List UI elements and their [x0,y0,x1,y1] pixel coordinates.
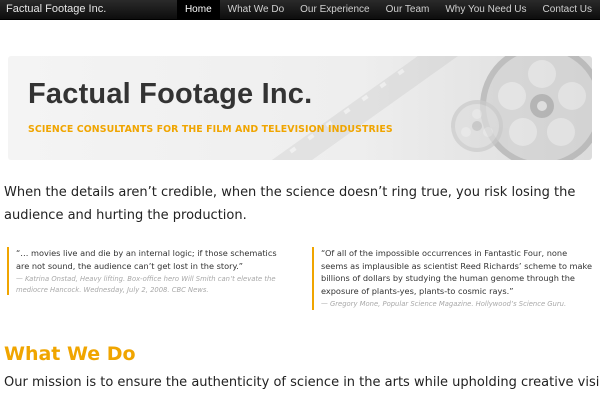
quote-block: “… movies live and die by an internal lo… [7,247,287,295]
main-nav: Home What We Do Our Experience Our Team … [176,0,600,20]
nav-contact-us[interactable]: Contact Us [535,0,600,20]
quote-citation: — Gregory Mone, Popular Science Magazine… [321,300,567,308]
quote-text: “… movies live and die by an internal lo… [16,248,277,271]
mission-statement: Our mission is to ensure the authenticit… [4,375,600,390]
nav-why-you-need-us[interactable]: Why You Need Us [437,0,534,20]
nav-our-team[interactable]: Our Team [378,0,438,20]
what-we-do-heading: What We Do [4,343,136,365]
hero-title: Factual Footage Inc. [28,78,313,110]
quote-text: “Of all of the impossible occurrences in… [321,248,593,296]
nav-what-we-do[interactable]: What We Do [220,0,293,20]
quote-citation: — Katrina Onstad, Heavy lifting. Box-off… [16,275,276,294]
hero-banner: Factual Footage Inc. SCIENCE CONSULTANTS… [8,56,592,160]
top-nav-bar: Factual Footage Inc. Home What We Do Our… [0,0,600,20]
intro-paragraph: When the details aren’t credible, when t… [4,185,576,223]
quote-block: “Of all of the impossible occurrences in… [312,247,596,310]
film-reel-image [272,56,592,160]
brand-link[interactable]: Factual Footage Inc. [6,3,106,15]
nav-our-experience[interactable]: Our Experience [292,0,377,20]
nav-home[interactable]: Home [176,0,220,20]
hero-subtitle: SCIENCE CONSULTANTS FOR THE FILM AND TEL… [28,124,393,135]
